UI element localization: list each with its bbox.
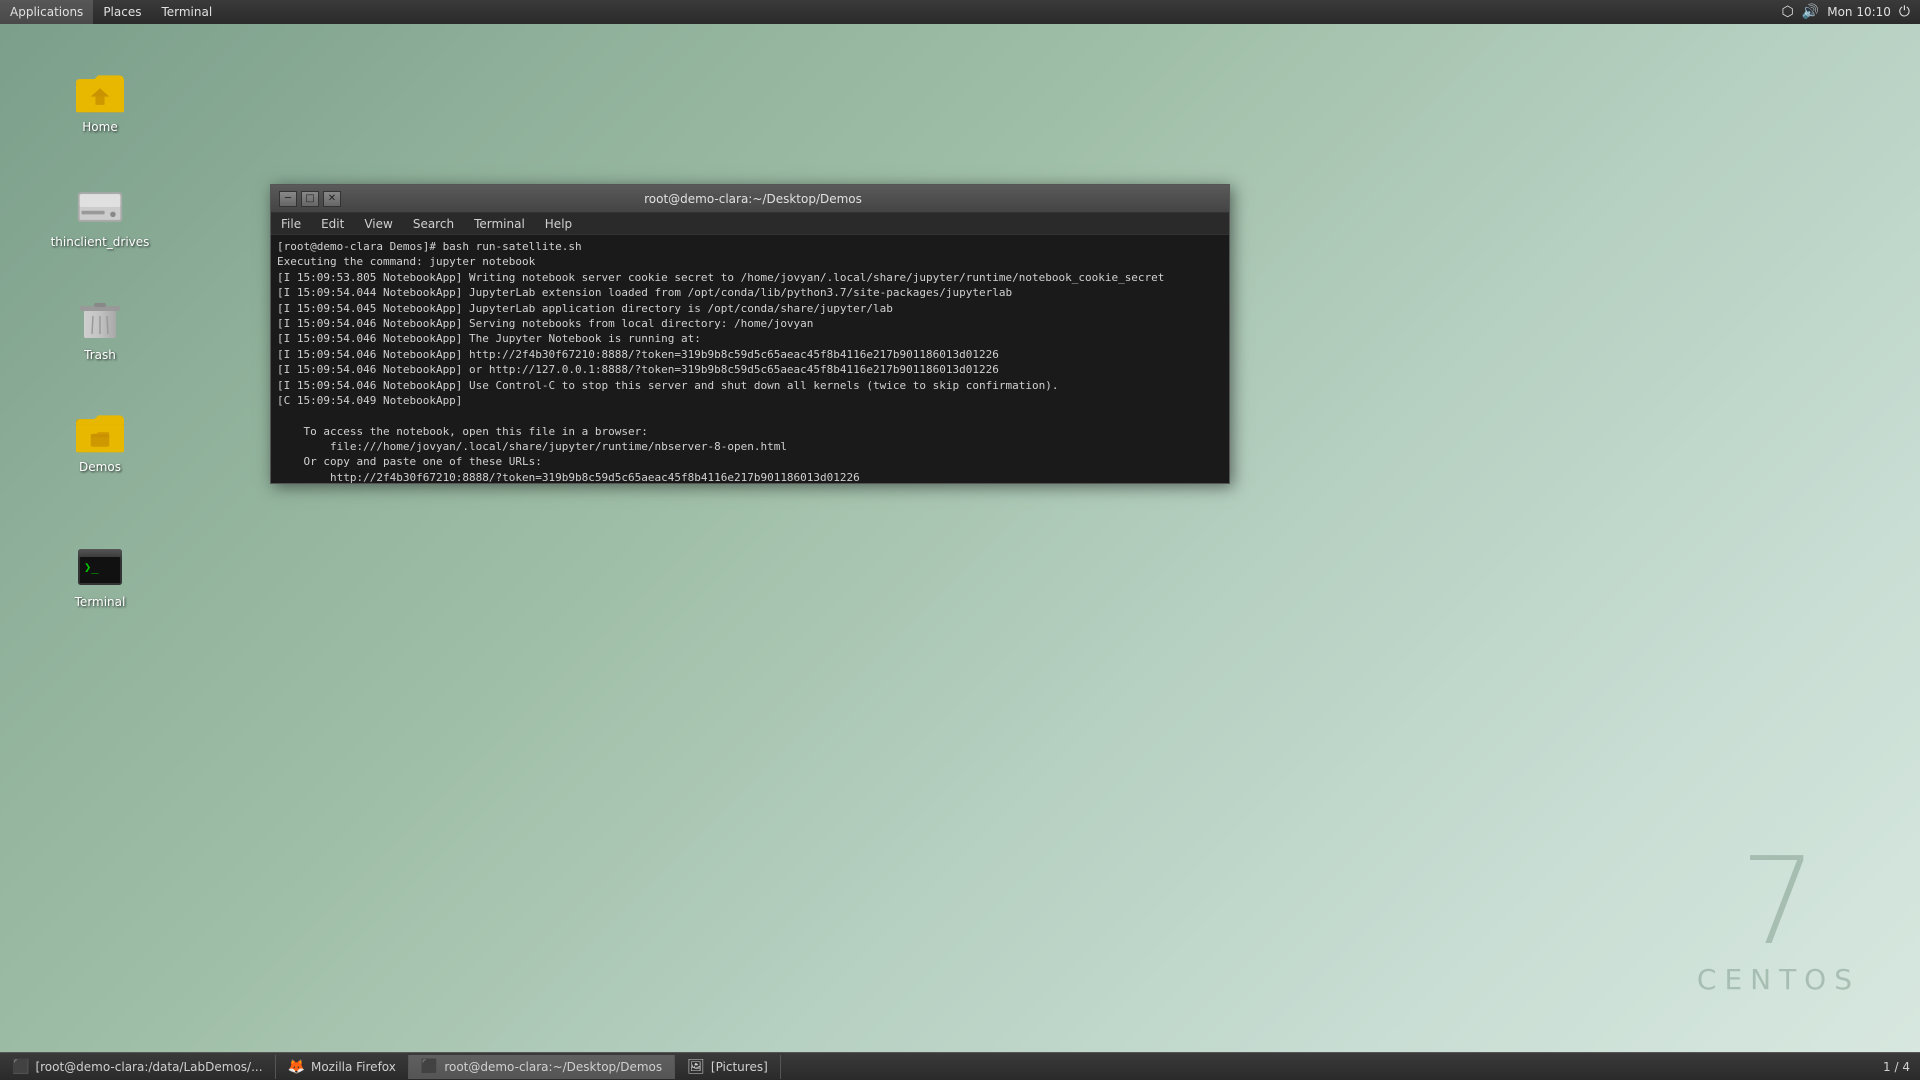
terminal-line-11	[277, 408, 1223, 423]
centos-seven: 7	[1697, 843, 1860, 963]
terminal-line-5: [I 15:09:54.046 NotebookApp] Serving not…	[277, 316, 1223, 331]
taskbar-item-2[interactable]: ⬛ root@demo-clara:~/Desktop/Demos	[409, 1055, 675, 1079]
taskbar-terminal-icon-2: ⬛	[421, 1059, 438, 1075]
taskbar-terminal-icon-0: ⬛	[12, 1059, 29, 1075]
terminal-line-7: [I 15:09:54.046 NotebookApp] http://2f4b…	[277, 347, 1223, 362]
top-panel-left: Applications Places Terminal	[0, 0, 222, 24]
terminal-line-4: [I 15:09:54.045 NotebookApp] JupyterLab …	[277, 301, 1223, 316]
taskbar-label-1: Mozilla Firefox	[311, 1060, 396, 1074]
terminal-line-1: Executing the command: jupyter notebook	[277, 254, 1223, 269]
terminal-line-15: http://2f4b30f67210:8888/?token=319b9b8c…	[277, 470, 1223, 483]
demos-folder-icon	[76, 408, 124, 456]
home-icon-label: Home	[82, 120, 117, 134]
terminal-line-14: Or copy and paste one of these URLs:	[277, 454, 1223, 469]
taskbar-item-1[interactable]: 🦊 Mozilla Firefox	[276, 1055, 409, 1079]
desktop-icon-trash[interactable]: Trash	[55, 292, 145, 366]
top-panel-right: ⬡ 🔊 Mon 10:10 ⏻	[1782, 4, 1920, 20]
terminal-window: ─ □ ✕ root@demo-clara:~/Desktop/Demos Fi…	[270, 184, 1230, 484]
taskbar-pictures-icon: 🖼	[687, 1059, 705, 1075]
drives-icon-label: thinclient_drives	[51, 235, 150, 249]
svg-text:❯_: ❯_	[84, 560, 99, 574]
terminal-content[interactable]: [root@demo-clara Demos]# bash run-satell…	[271, 235, 1229, 483]
terminal-titlebar[interactable]: ─ □ ✕ root@demo-clara:~/Desktop/Demos	[271, 185, 1229, 213]
terminal-controls: ─ □ ✕	[279, 191, 341, 207]
close-button[interactable]: ✕	[323, 191, 341, 207]
centos-watermark: 7 CENTOS	[1697, 843, 1860, 996]
maximize-button[interactable]: □	[301, 191, 319, 207]
sound-icon: 🔊	[1802, 4, 1819, 20]
terminal-line-2: [I 15:09:53.805 NotebookApp] Writing not…	[277, 270, 1223, 285]
taskbar-label-3: [Pictures]	[711, 1060, 768, 1074]
taskbar: ⬛ [root@demo-clara:/data/LabDemos/... 🦊 …	[0, 1052, 1920, 1080]
terminal-line-8: [I 15:09:54.046 NotebookApp] or http://1…	[277, 362, 1223, 377]
centos-text: CENTOS	[1697, 963, 1860, 996]
terminal-line-13: file:///home/jovyan/.local/share/jupyter…	[277, 439, 1223, 454]
applications-menu[interactable]: Applications	[0, 0, 93, 24]
trash-icon-label: Trash	[84, 348, 116, 362]
top-panel: Applications Places Terminal ⬡ 🔊 Mon 10:…	[0, 0, 1920, 24]
clock: Mon 10:10	[1827, 5, 1891, 19]
desktop-icon-terminal[interactable]: ❯_ Terminal	[55, 539, 145, 613]
desktop: Home thinclient_drives	[0, 24, 1920, 1056]
taskbar-firefox-icon: 🦊	[288, 1059, 305, 1075]
menu-file[interactable]: File	[271, 213, 311, 235]
taskbar-item-0[interactable]: ⬛ [root@demo-clara:/data/LabDemos/...	[0, 1055, 276, 1079]
terminal-menubar: File Edit View Search Terminal Help	[271, 213, 1229, 235]
drive-icon	[76, 183, 124, 231]
menu-search[interactable]: Search	[403, 213, 464, 235]
terminal-line-9: [I 15:09:54.046 NotebookApp] Use Control…	[277, 378, 1223, 393]
terminal-line-6: [I 15:09:54.046 NotebookApp] The Jupyter…	[277, 331, 1223, 346]
terminal-icon-label: Terminal	[75, 595, 126, 609]
taskbar-pager: 1 / 4	[1873, 1060, 1920, 1074]
desktop-icon-drives[interactable]: thinclient_drives	[55, 179, 145, 253]
taskbar-label-0: [root@demo-clara:/data/LabDemos/...	[35, 1060, 262, 1074]
terminal-menu[interactable]: Terminal	[151, 0, 222, 24]
desktop-icon-demos[interactable]: Demos	[55, 404, 145, 478]
menu-help[interactable]: Help	[535, 213, 582, 235]
menu-edit[interactable]: Edit	[311, 213, 354, 235]
network-icon: ⬡	[1782, 4, 1794, 20]
terminal-desktop-icon: ❯_	[76, 543, 124, 591]
terminal-line-10: [C 15:09:54.049 NotebookApp]	[277, 393, 1223, 408]
menu-view[interactable]: View	[354, 213, 402, 235]
power-icon: ⏻	[1899, 4, 1910, 20]
home-folder-icon	[76, 68, 124, 116]
demos-icon-label: Demos	[79, 460, 121, 474]
trash-icon	[76, 296, 124, 344]
terminal-title: root@demo-clara:~/Desktop/Demos	[341, 192, 1165, 206]
taskbar-label-2: root@demo-clara:~/Desktop/Demos	[444, 1060, 662, 1074]
menu-terminal[interactable]: Terminal	[464, 213, 535, 235]
terminal-line-12: To access the notebook, open this file i…	[277, 424, 1223, 439]
places-menu[interactable]: Places	[93, 0, 151, 24]
taskbar-item-3[interactable]: 🖼 [Pictures]	[675, 1055, 781, 1079]
terminal-line-0: [root@demo-clara Demos]# bash run-satell…	[277, 239, 1223, 254]
minimize-button[interactable]: ─	[279, 191, 297, 207]
desktop-icon-home[interactable]: Home	[55, 64, 145, 138]
terminal-line-3: [I 15:09:54.044 NotebookApp] JupyterLab …	[277, 285, 1223, 300]
